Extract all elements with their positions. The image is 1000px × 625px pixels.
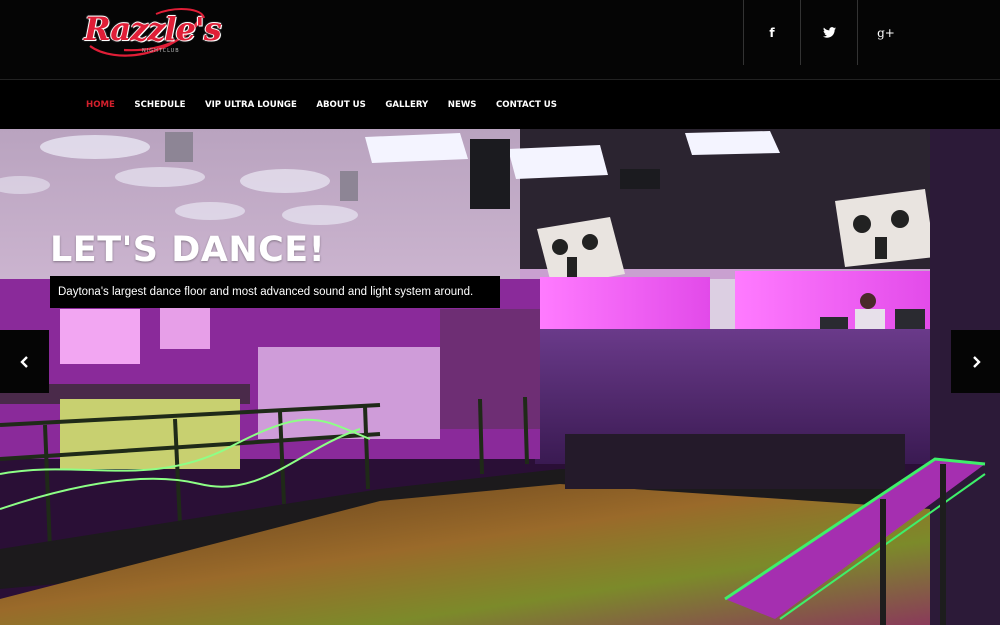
nav-item-about-us[interactable]: ABOUT US — [316, 100, 366, 110]
nav-item-schedule[interactable]: SCHEDULE — [134, 100, 185, 110]
logo[interactable]: Razzle's NIGHTCLUB — [84, 6, 222, 64]
google-plus-link[interactable]: g+ — [857, 0, 914, 65]
logo-subtext: NIGHTCLUB — [142, 48, 180, 54]
hero-image — [0, 129, 1000, 625]
slider-next-button[interactable] — [951, 330, 1000, 393]
main-nav: HOME SCHEDULE VIP ULTRA LOUNGE ABOUT US … — [0, 79, 1000, 130]
nav-item-vip-ultra-lounge[interactable]: VIP ULTRA LOUNGE — [205, 100, 297, 110]
nav-item-contact-us[interactable]: CONTACT US — [496, 100, 557, 110]
nav-item-gallery[interactable]: GALLERY — [385, 100, 428, 110]
slider-prev-button[interactable] — [0, 330, 49, 393]
hero-title: LET'S DANCE! — [50, 230, 326, 270]
hero-slider: LET'S DANCE! Daytona's largest dance flo… — [0, 129, 1000, 625]
chevron-right-icon — [972, 355, 981, 368]
facebook-icon: f — [769, 25, 775, 40]
nav-item-news[interactable]: NEWS — [448, 100, 477, 110]
hero-caption: Daytona's largest dance floor and most a… — [50, 276, 500, 308]
google-plus-icon: g+ — [877, 25, 895, 40]
nav-list: HOME SCHEDULE VIP ULTRA LOUNGE ABOUT US … — [86, 80, 576, 130]
logo-text: Razzle's — [84, 10, 222, 48]
facebook-link[interactable]: f — [743, 0, 800, 65]
chevron-left-icon — [19, 355, 28, 368]
nav-item-home[interactable]: HOME — [86, 100, 115, 110]
twitter-icon — [822, 27, 836, 38]
twitter-link[interactable] — [800, 0, 857, 65]
top-bar: Razzle's NIGHTCLUB f g+ — [0, 0, 1000, 79]
